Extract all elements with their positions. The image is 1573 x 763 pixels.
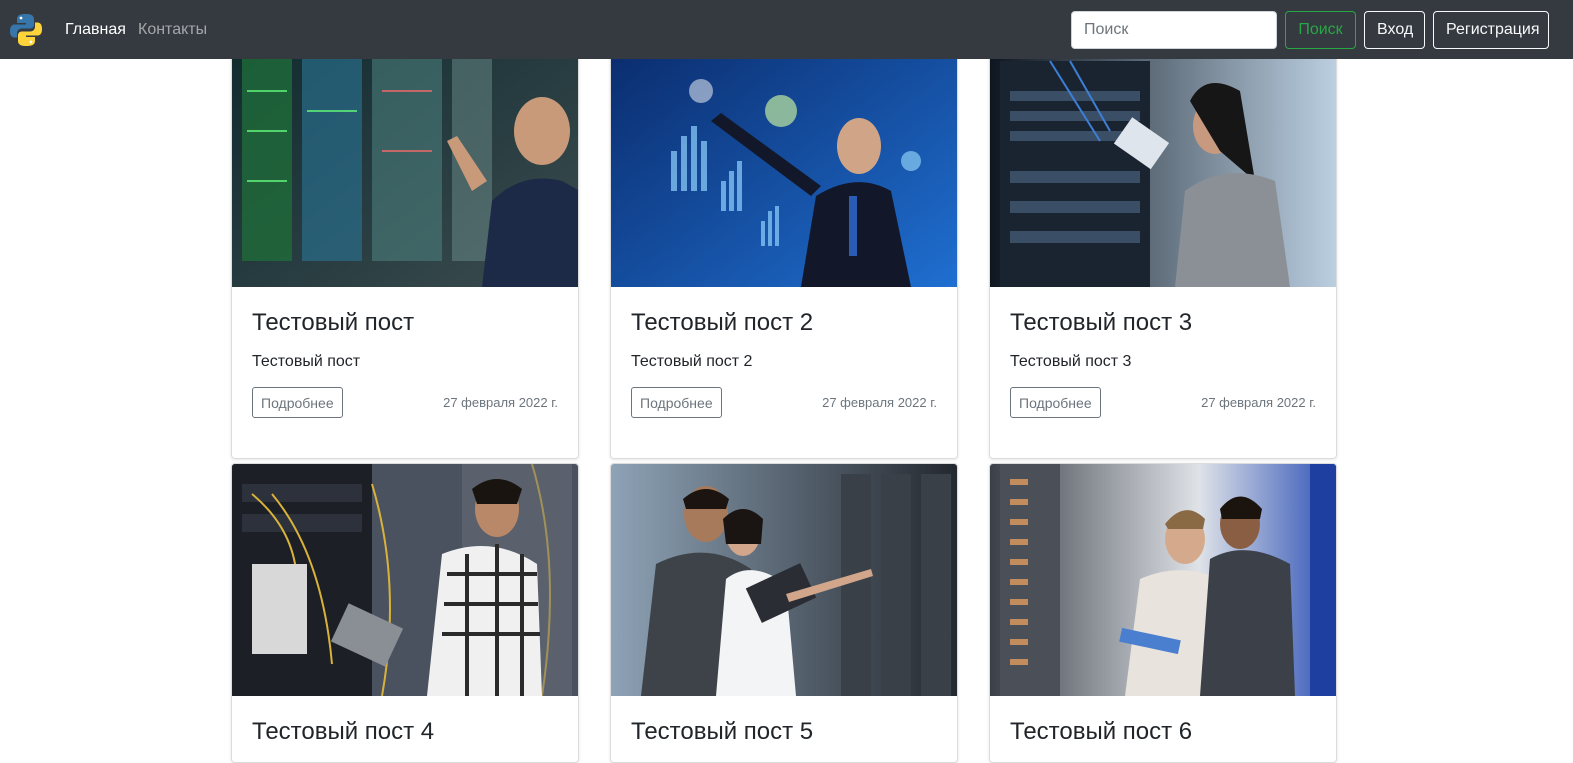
login-button[interactable]: Вход [1364,11,1425,49]
post-date: 27 февраля 2022 г. [1201,395,1316,410]
post-title: Тестовый пост [252,309,415,336]
post-title: Тестовый пост 5 [631,718,814,745]
post-card-body: Тестовый пост 3 Тестовый пост 3 Подробне… [990,287,1336,458]
read-more-button[interactable]: Подробнее [1010,387,1101,418]
post-title: Тестовый пост 2 [631,309,814,336]
post-date: 27 февраля 2022 г. [822,395,937,410]
post-title: Тестовый пост 4 [252,718,435,745]
navbar: Главная Контакты Поиск Вход Регистрация [0,0,1573,59]
python-logo-icon[interactable] [10,12,42,48]
post-title: Тестовый пост 3 [1010,309,1193,336]
post-card-body: Тестовый пост 5 [611,696,957,748]
post-text: Тестовый пост [252,353,361,370]
post-card-body: Тестовый пост 6 [990,696,1336,748]
nav-contacts-link[interactable]: Контакты [138,20,207,40]
post-text: Тестовый пост 2 [631,353,753,370]
search-input[interactable] [1071,11,1277,49]
post-image[interactable] [611,31,957,287]
post-image[interactable] [232,464,578,696]
post-card: Тестовый пост 5 [610,463,958,763]
post-card-body: Тестовый пост 4 [232,696,578,748]
post-date: 27 февраля 2022 г. [443,395,558,410]
nav-home-link[interactable]: Главная [65,20,126,40]
post-card: Тестовый пост 4 [231,463,579,763]
post-image[interactable] [990,464,1336,696]
register-button[interactable]: Регистрация [1433,11,1549,49]
post-card-body: Тестовый пост Тестовый пост Подробнее 27… [232,287,578,458]
post-card-body: Тестовый пост 2 Тестовый пост 2 Подробне… [611,287,957,458]
post-image[interactable] [990,31,1336,287]
read-more-button[interactable]: Подробнее [252,387,343,418]
post-card: Тестовый пост Тестовый пост Подробнее 27… [231,30,579,459]
read-more-button[interactable]: Подробнее [631,387,722,418]
post-card: Тестовый пост 6 [989,463,1337,763]
post-card: Тестовый пост 2 Тестовый пост 2 Подробне… [610,30,958,459]
post-text: Тестовый пост 3 [1010,353,1132,370]
search-button[interactable]: Поиск [1285,11,1356,49]
post-card: Тестовый пост 3 Тестовый пост 3 Подробне… [989,30,1337,459]
post-image[interactable] [611,464,957,696]
post-image[interactable] [232,31,578,287]
post-title: Тестовый пост 6 [1010,718,1193,745]
